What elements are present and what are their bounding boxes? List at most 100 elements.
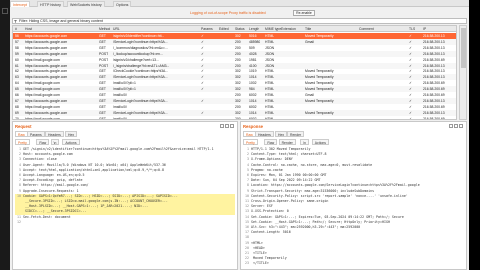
line-text: X-Frame-Options: DENY [251,157,293,162]
right-margin [469,0,480,270]
column-header[interactable]: TLS [409,26,415,32]
tab-http-history[interactable]: HTTP history [37,1,64,7]
tab-hex[interactable]: Hex [65,131,78,137]
tab-render[interactable]: Render [287,131,305,137]
line-text: User-Agent: Mozilla/5.0 (Windows NT 10.0… [23,162,166,167]
raw-button[interactable]: Raw [264,139,278,145]
table-cell-tls: ✓ [409,116,412,120]
actions-button[interactable]: Actions [62,139,80,145]
layout-toggle[interactable] [449,124,463,128]
re-enable-button[interactable]: Re-enable [293,10,315,16]
line-text: Connection: close [23,157,57,162]
proxy-tabs: Intercept HTTP history WebSockets history O… [10,0,469,7]
line-text: SIDCC=...; __Secure-3PSIDCC=... [23,209,87,214]
line-text: Content-Length: 5016 [251,230,291,235]
column-header[interactable]: Edited [219,26,229,32]
tab-headers[interactable]: Headers [45,131,64,137]
tab-websockets-history[interactable]: WebSockets history [67,1,105,7]
dock-icon [2,8,8,14]
line-text: <HTML> [251,240,263,245]
column-header[interactable]: Comment [359,26,374,32]
tab-hex[interactable]: Hex [275,131,288,137]
column-header[interactable]: Method [99,26,110,32]
line-text: Cross-Origin-Opener-Policy: same-origin [251,199,329,203]
line-text: __Host-3PLSID=...; __Host-GAPS=1:...; 1P… [23,204,149,209]
column-header[interactable]: Extension [281,26,296,32]
line-text: GET /signin/v2/identifier?continue=https… [23,147,214,151]
column-header[interactable]: IP [423,26,426,32]
table-cell-num: 70 [15,116,19,120]
left-dock [0,0,10,270]
column-header[interactable]: Status [235,26,245,32]
line-text: Set-Cookie: __Host-GAPS=1:...; Path=/; S… [251,219,390,224]
history-table: # Host Method URL Params Edited Status Length MI… [12,25,457,120]
actions-button[interactable]: Actions [311,139,329,145]
table-cell-length: 6002 [249,116,257,120]
tab-intercept[interactable]: Intercept [10,1,30,7]
line-text: Referer: https://mail.google.com/ [23,183,89,188]
line-text: Host: accounts.google.com [23,152,73,157]
line-text: HTTP/1.1 302 Moved Temporarily [251,147,311,151]
logging-banner: Logging of out-of-scope Proxy traffic is… [190,11,266,15]
response-editor[interactable]: 1 HTTP/1.1 302 Moved Temporarily 2 Content-… [243,147,464,267]
column-header[interactable]: Params [201,26,213,32]
line-text: __Secure-3PSID=...; LSID=o.mail.google.c… [23,199,168,203]
table-scrollbar[interactable] [459,25,467,120]
line-text: Alt-Svc: h3=":443"; ma=2592000,h3-29=":4… [251,225,361,229]
raw-button[interactable]: Raw [36,139,50,145]
line-text: Accept-Language: en-US,en;q=0.5 [23,173,85,177]
table-cell-ip: 216.58.200.69 [423,116,445,120]
column-header[interactable]: URL [113,26,120,32]
line-text: Content-Type: text/html; charset=UTF-8 [251,152,327,157]
code-line: 12 [15,220,235,225]
column-header[interactable]: # [15,26,17,32]
line-number: 12 [17,219,21,224]
screen-frame: Intercept HTTP history WebSockets history O… [0,0,480,270]
tab-params[interactable]: Params [27,131,45,137]
burp-proxy-window: Intercept HTTP history WebSockets history O… [10,0,469,270]
request-editor[interactable]: 1 GET /signin/v2/identifier?continue=http… [15,147,235,267]
table-cell-host: https://mail.google.com [25,116,60,120]
table-cell-mime: HTML [265,116,275,120]
line-text: Sec-Fetch-Dest: document [23,214,71,219]
newline-toggle[interactable]: \n [50,139,60,145]
request-title: Request [15,124,32,129]
table-cell-url: /mail/u/0/ [113,116,127,120]
response-title: Response [243,124,264,129]
filter-bar[interactable]: Filter: Hiding CSS, image and general bi… [12,18,467,24]
line-text: Location: https://accounts.google.com/Se… [251,183,420,188]
layout-toggle[interactable] [220,124,234,128]
line-text: Accept: text/html,application/xhtml+xml,… [23,167,164,172]
tab-raw[interactable]: Raw [15,131,28,137]
line-text: Content-Security-Policy: script-src 'rep… [251,193,408,198]
line-text: Cache-Control: no-cache, no-store, max-a… [251,162,373,167]
request-pane: Request Raw Params Headers Hex Pretty Raw \n A… [12,121,238,270]
line-text: </TITLE> [251,261,269,266]
line-text: Pragma: no-cache [251,167,283,172]
column-header[interactable]: Title [305,26,311,32]
table-header: # Host Method URL Params Edited Status Length MI… [13,26,456,32]
newline-toggle[interactable]: \n [300,139,309,145]
line-text: Strict-Transport-Security: max-age=31536… [251,188,375,193]
tab-headers[interactable]: Headers [255,131,274,137]
line-text: Set-Cookie: GAPS=1:...; Expires=Tue, 03-… [251,214,404,219]
table-cell-method: GET [99,116,106,120]
column-header[interactable]: MIME type [265,26,281,32]
column-header[interactable]: Host [25,26,32,32]
line-text: Cookie: GAPS=1:QxYmR7...; SID=...; HSID=… [23,193,178,198]
pretty-button[interactable]: Pretty [243,139,258,145]
line-text: Date: Sun, 04 Sep 2022 09:14:22 GMT [251,178,321,183]
line-text: X-XSS-Protection: 0 [251,209,289,214]
line-text: Server: ESF [251,204,273,209]
pretty-button[interactable]: Pretty [15,139,30,145]
filter-icon [14,20,17,23]
scrollbar-thumb[interactable] [461,28,466,68]
render-button[interactable]: Render [278,139,296,145]
table-row[interactable]: 70 https://mail.google.com GET/mail/u/0/20… [13,116,456,120]
tab-options[interactable]: Options [113,1,132,7]
column-header[interactable]: Length [249,26,259,32]
line-text: Upgrade-Insecure-Requests: 1 [23,188,79,193]
tab-raw[interactable]: Raw [243,131,256,137]
response-pane: Response Raw Headers Hex Render Pretty Raw Re… [240,121,467,270]
filter-text: Filter: Hiding CSS, image and general bi… [19,19,103,23]
